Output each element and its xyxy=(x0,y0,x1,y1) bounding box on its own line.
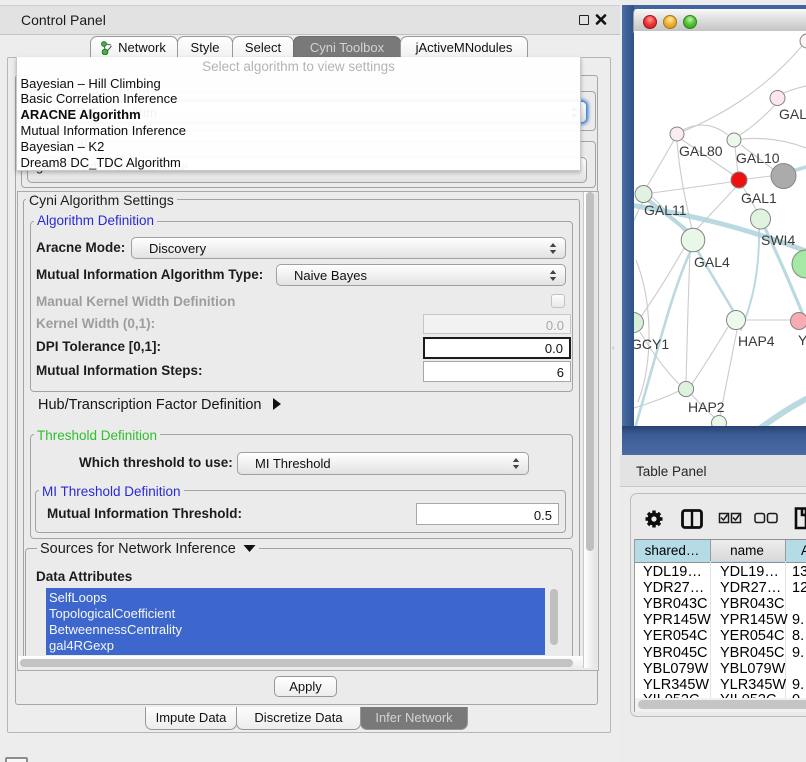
svg-text:SWI4: SWI4 xyxy=(761,232,795,248)
svg-text:GAL11: GAL11 xyxy=(644,202,687,218)
svg-text:HAP4: HAP4 xyxy=(738,333,775,349)
svg-text:GCY1: GCY1 xyxy=(634,336,669,352)
svg-text:GAL80: GAL80 xyxy=(679,143,723,159)
svg-text:GAL1: GAL1 xyxy=(741,190,777,206)
svg-text:Y: Y xyxy=(798,332,806,348)
svg-text:GAL2: GAL2 xyxy=(779,106,806,122)
svg-text:HAP2: HAP2 xyxy=(688,399,725,415)
svg-text:GAL10: GAL10 xyxy=(736,150,780,166)
svg-text:GAL4: GAL4 xyxy=(694,254,730,270)
